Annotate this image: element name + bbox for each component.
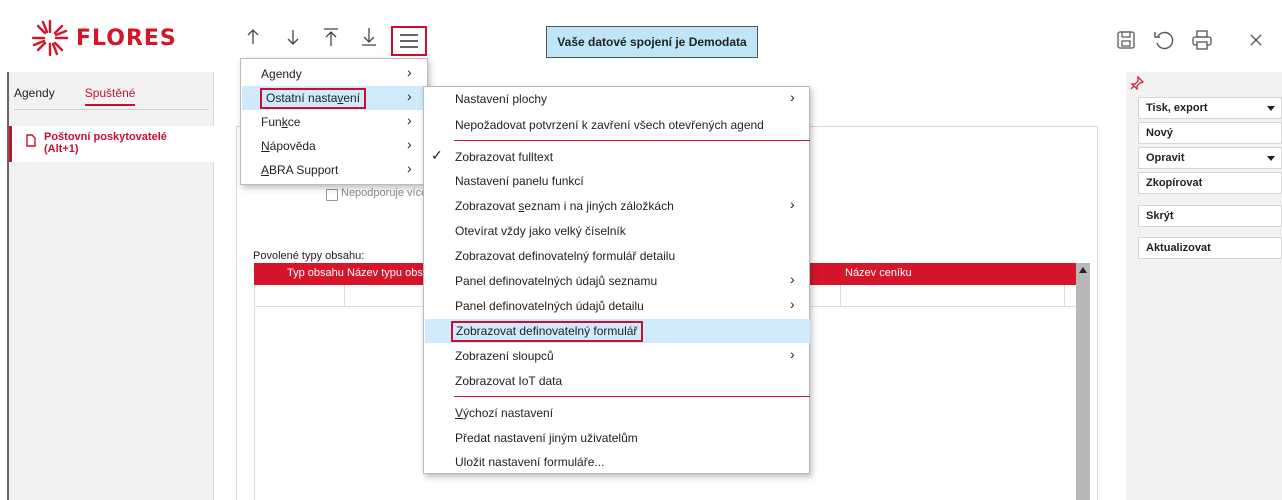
menu-item-abra-support[interactable]: ABRA Support › <box>242 158 428 182</box>
menu-item-formular-detailu[interactable]: Zobrazovat definovatelný formulář detail… <box>425 244 810 268</box>
hide-button[interactable]: Skrýt <box>1138 205 1282 227</box>
chevron-right-icon: › <box>407 112 412 128</box>
menu-item-agendy[interactable]: Agendy › <box>242 62 428 86</box>
arrow-first-icon[interactable] <box>320 22 342 52</box>
hamburger-menu-button[interactable] <box>391 26 427 56</box>
column-header-nazev-ceniku[interactable]: Název ceníku <box>845 267 912 279</box>
arrow-up-icon[interactable] <box>242 22 264 52</box>
chevron-right-icon: › <box>407 160 412 176</box>
column-header-typ-obsahu[interactable]: Typ obsahu <box>287 267 344 279</box>
menu-item-panel-udaju-seznamu[interactable]: Panel definovatelných údajů seznamu › <box>425 269 810 293</box>
menu-item-predat-nastaveni[interactable]: Předat nastavení jiným uživatelům <box>425 426 810 450</box>
arrow-down-icon[interactable] <box>282 22 304 52</box>
running-agenda-label: Poštovní poskytovatelé (Alt+1) <box>44 131 167 155</box>
top-toolbar: FLORES Vaše datové spojení je Demodata <box>0 0 1282 80</box>
chevron-down-icon <box>1267 106 1275 111</box>
menu-item-zobrazeni-sloupcu[interactable]: Zobrazení sloupců › <box>425 344 810 368</box>
refresh-button[interactable]: Aktualizovat <box>1138 237 1282 259</box>
close-icon[interactable] <box>1242 26 1270 54</box>
document-icon <box>26 134 36 147</box>
edit-button[interactable]: Opravit <box>1138 147 1282 169</box>
menu-separator <box>454 396 810 397</box>
pin-icon[interactable] <box>1130 75 1145 93</box>
running-agenda-item[interactable]: Poštovní poskytovatelé (Alt+1) <box>9 126 214 162</box>
new-button[interactable]: Nový <box>1138 122 1282 144</box>
print-icon[interactable] <box>1188 26 1216 54</box>
chevron-down-icon <box>1267 156 1275 161</box>
menu-item-iot-data[interactable]: Zobrazovat IoT data <box>425 369 810 393</box>
chevron-right-icon: › <box>790 271 795 287</box>
menu-separator <box>454 140 810 141</box>
menu-item-napoveda[interactable]: Nápověda › <box>242 134 428 158</box>
menu-item-panel-udaju-detailu[interactable]: Panel definovatelných údajů detailu › <box>425 294 810 318</box>
grid-scrollbar[interactable] <box>1076 263 1090 500</box>
chevron-right-icon: › <box>790 89 795 105</box>
menu-item-ostatni-nastaveni[interactable]: Ostatní nastavení › <box>242 86 428 110</box>
menu-item-nepozadovat-potvrzeni[interactable]: Nepožadovat potvrzení k zavření všech ot… <box>425 113 810 137</box>
menu-item-vychozi-nastaveni[interactable]: Výchozí nastavení <box>425 401 810 425</box>
tabs-divider <box>14 109 209 110</box>
print-export-button[interactable]: Tisk, export <box>1138 97 1282 119</box>
flores-logo: FLORES <box>30 18 177 58</box>
content-types-label: Povolené typy obsahu: <box>253 250 365 262</box>
chevron-right-icon: › <box>790 346 795 362</box>
checkbox-label: Nepodporuje více <box>341 187 428 199</box>
chevron-right-icon: › <box>790 196 795 212</box>
menu-item-zobrazovat-formular[interactable]: Zobrazovat definovatelný formulář <box>425 319 810 343</box>
scroll-up-icon[interactable] <box>1079 267 1087 273</box>
refresh-icon[interactable] <box>1150 26 1178 54</box>
settings-submenu: Nastavení plochy › Nepožadovat potvrzení… <box>423 86 810 474</box>
chevron-right-icon: › <box>407 88 412 104</box>
menu-item-zobrazovat-seznam[interactable]: Zobrazovat seznam i na jiných záložkách … <box>425 194 810 218</box>
chevron-right-icon: › <box>407 136 412 152</box>
flores-logo-icon <box>31 19 69 57</box>
menu-item-funkce[interactable]: Funkce › <box>242 110 428 134</box>
menu-item-zobrazovat-fulltext[interactable]: ✓ Zobrazovat fulltext <box>425 145 810 169</box>
hamburger-menu-icon <box>400 34 418 48</box>
arrow-last-icon[interactable] <box>358 22 380 52</box>
column-header-nazev-typu[interactable]: Název typu obs <box>347 267 423 279</box>
menu-item-nastaveni-panelu-funkci[interactable]: Nastavení panelu funkcí <box>425 169 810 193</box>
chevron-right-icon: › <box>407 64 412 80</box>
tab-spustene[interactable]: Spuštěné <box>84 86 136 106</box>
menu-item-ulozit-nastaveni[interactable]: Uložit nastavení formuláře... <box>425 450 810 474</box>
check-icon: ✓ <box>431 147 443 163</box>
menu-item-velky-ciselnik[interactable]: Otevírat vždy jako velký číselník <box>425 219 810 243</box>
chevron-right-icon: › <box>790 296 795 312</box>
connection-banner[interactable]: Vaše datové spojení je Demodata <box>546 26 758 58</box>
main-menu: Agendy › Ostatní nastavení › Funkce › Ná… <box>240 58 428 185</box>
tab-agendy[interactable]: Agendy <box>14 86 55 106</box>
save-icon[interactable] <box>1112 26 1140 54</box>
brand-name: FLORES <box>76 25 177 51</box>
menu-item-nastaveni-plochy[interactable]: Nastavení plochy › <box>425 87 810 111</box>
sidebar-tabs: Agendy Spuštěné <box>14 86 136 106</box>
nepodporuje-checkbox[interactable] <box>326 189 338 201</box>
copy-button[interactable]: Zkopírovat <box>1138 172 1282 194</box>
